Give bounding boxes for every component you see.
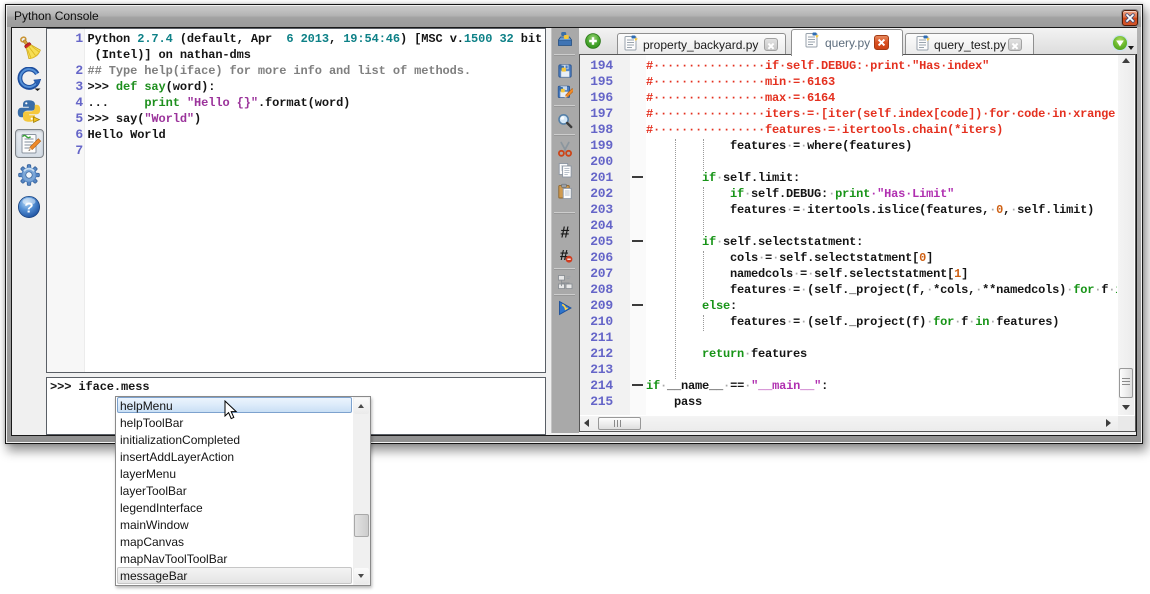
svg-text:?: ? — [24, 200, 33, 217]
svg-text:#: # — [561, 224, 570, 240]
